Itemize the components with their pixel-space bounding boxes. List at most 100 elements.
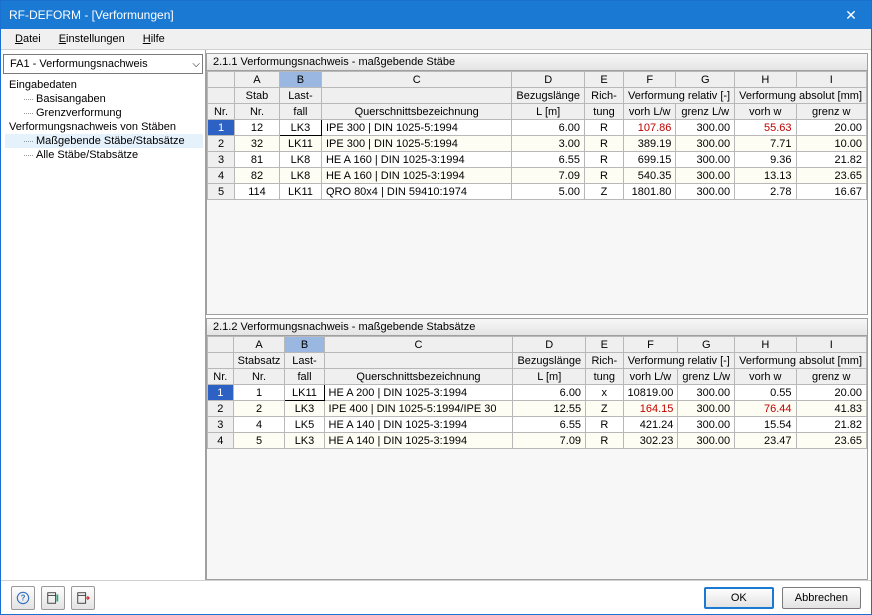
col-letter[interactable]: D xyxy=(513,337,586,353)
col-grenzlw[interactable]: grenz L/w xyxy=(676,104,735,120)
cell-vorhW[interactable]: 15.54 xyxy=(735,417,796,433)
col-letter[interactable]: A xyxy=(233,337,285,353)
row-nr[interactable]: 5 xyxy=(208,184,235,200)
table-row[interactable]: 232LK11IPE 300 | DIN 1025-5:19943.00R389… xyxy=(208,136,867,152)
col-vorhlw[interactable]: vorh L/w xyxy=(624,104,676,120)
col-letter[interactable]: F xyxy=(623,337,678,353)
col-last[interactable]: Last- xyxy=(285,353,324,369)
row-nr[interactable]: 3 xyxy=(208,417,234,433)
table-row[interactable]: 112LK3IPE 300 | DIN 1025-5:19946.00R107.… xyxy=(208,120,867,136)
cell-vorhLw[interactable]: 699.15 xyxy=(624,152,676,168)
case-combo[interactable]: FA1 - Verformungsnachweis ⌵ xyxy=(3,54,203,74)
col-fall[interactable]: fall xyxy=(285,369,324,385)
col-L[interactable]: Bezugslänge xyxy=(513,353,586,369)
cell-rt[interactable]: R xyxy=(585,136,624,152)
cell-bez[interactable]: IPE 400 | DIN 1025-5:1994/IPE 30 xyxy=(324,401,513,417)
col-grenzlw[interactable]: grenz L/w xyxy=(678,369,735,385)
grid-stabsaetze-wrap[interactable]: ABCDEFGHIStabsatzLast-BezugslängeRich-Ve… xyxy=(207,336,867,579)
col-vorhw[interactable]: vorh w xyxy=(735,104,796,120)
cell-bez[interactable]: HE A 140 | DIN 1025-3:1994 xyxy=(324,417,513,433)
col-vorhlw[interactable]: vorh L/w xyxy=(623,369,678,385)
calc-button[interactable] xyxy=(41,586,65,610)
col-letter[interactable]: H xyxy=(735,337,796,353)
col-Lm[interactable]: L [m] xyxy=(512,104,585,120)
cell-L[interactable]: 6.55 xyxy=(512,152,585,168)
row-nr[interactable]: 1 xyxy=(208,385,234,401)
table-row[interactable]: 22LK3IPE 400 | DIN 1025-5:1994/IPE 3012.… xyxy=(208,401,867,417)
col-stab[interactable]: Stab xyxy=(235,88,280,104)
col-letter[interactable]: H xyxy=(735,72,796,88)
row-nr[interactable]: 4 xyxy=(208,433,234,449)
col-bez[interactable]: Querschnittsbezeichnung xyxy=(324,369,513,385)
cell-last[interactable]: LK3 xyxy=(279,120,321,136)
cell-grenzW[interactable]: 21.82 xyxy=(796,417,867,433)
cell-bez[interactable]: HE A 160 | DIN 1025-3:1994 xyxy=(321,168,511,184)
col-L[interactable]: Bezugslänge xyxy=(512,88,585,104)
tree-node[interactable]: Maßgebende Stäbe/Stabsätze xyxy=(5,134,203,148)
cell-rt[interactable]: Z xyxy=(586,401,623,417)
cell-bez[interactable]: IPE 300 | DIN 1025-5:1994 xyxy=(321,136,511,152)
cell-stab[interactable]: 12 xyxy=(235,120,280,136)
col-nr-blank[interactable] xyxy=(208,88,235,104)
cell-bez[interactable]: HE A 200 | DIN 1025-3:1994 xyxy=(324,385,513,401)
cell-L[interactable]: 6.00 xyxy=(512,120,585,136)
cell-last[interactable]: LK11 xyxy=(279,136,321,152)
cell-vorhLw[interactable]: 389.19 xyxy=(624,136,676,152)
cell-grenzLw[interactable]: 300.00 xyxy=(676,184,735,200)
col-letter[interactable]: D xyxy=(512,72,585,88)
cell-grenzLw[interactable]: 300.00 xyxy=(678,385,735,401)
col-tung[interactable]: tung xyxy=(585,104,624,120)
cell-grenzW[interactable]: 20.00 xyxy=(796,385,867,401)
col-fall[interactable]: fall xyxy=(279,104,321,120)
col-nr[interactable]: Nr. xyxy=(208,104,235,120)
menu-hilfe[interactable]: Hilfe xyxy=(135,31,173,47)
col-stab[interactable]: Stabsatz xyxy=(233,353,285,369)
cell-vorhW[interactable]: 2.78 xyxy=(735,184,796,200)
col-letter[interactable]: I xyxy=(796,337,867,353)
cell-bez[interactable]: QRO 80x4 | DIN 59410:1974 xyxy=(321,184,511,200)
cell-grenzLw[interactable]: 300.00 xyxy=(676,168,735,184)
cell-vorhLw[interactable]: 107.86 xyxy=(624,120,676,136)
cell-last[interactable]: LK5 xyxy=(285,417,324,433)
cell-grenzLw[interactable]: 300.00 xyxy=(678,417,735,433)
cell-L[interactable]: 5.00 xyxy=(512,184,585,200)
grid-staebe-wrap[interactable]: ABCDEFGHIStabLast-BezugslängeRich-Verfor… xyxy=(207,71,867,314)
cell-L[interactable]: 6.55 xyxy=(513,417,586,433)
col-grenzw[interactable]: grenz w xyxy=(796,369,867,385)
cell-L[interactable]: 7.09 xyxy=(513,433,586,449)
col-letter[interactable]: G xyxy=(676,72,735,88)
cell-rt[interactable]: R xyxy=(586,417,623,433)
col-letter[interactable]: C xyxy=(321,72,511,88)
col-vorhw[interactable]: vorh w xyxy=(735,369,796,385)
col-letter[interactable]: B xyxy=(285,337,324,353)
cell-rt[interactable]: x xyxy=(586,385,623,401)
cell-vorhLw[interactable]: 164.15 xyxy=(623,401,678,417)
col-letter[interactable]: I xyxy=(796,72,867,88)
table-row[interactable]: 482LK8HE A 160 | DIN 1025-3:19947.09R540… xyxy=(208,168,867,184)
col-rt[interactable]: Rich- xyxy=(585,88,624,104)
help-button[interactable]: ? xyxy=(11,586,35,610)
cell-grenzLw[interactable]: 300.00 xyxy=(676,136,735,152)
cell-vorhLw[interactable]: 1801.80 xyxy=(624,184,676,200)
tree-node[interactable]: Verformungsnachweis von Stäben xyxy=(5,120,203,134)
cell-L[interactable]: 6.00 xyxy=(513,385,586,401)
tree-node[interactable]: Basisangaben xyxy=(5,92,203,106)
col-stabnr[interactable]: Nr. xyxy=(233,369,285,385)
col-letter[interactable] xyxy=(208,337,234,353)
cell-rt[interactable]: R xyxy=(585,152,624,168)
row-nr[interactable]: 2 xyxy=(208,401,234,417)
col-bez-blank[interactable] xyxy=(321,88,511,104)
col-tung[interactable]: tung xyxy=(586,369,623,385)
table-row[interactable]: 34LK5HE A 140 | DIN 1025-3:19946.55R421.… xyxy=(208,417,867,433)
table-row[interactable]: 45LK3HE A 140 | DIN 1025-3:19947.09R302.… xyxy=(208,433,867,449)
tree-node[interactable]: Alle Stäbe/Stabsätze xyxy=(5,148,203,162)
cell-bez[interactable]: IPE 300 | DIN 1025-5:1994 xyxy=(321,120,511,136)
cell-grenzLw[interactable]: 300.00 xyxy=(676,120,735,136)
cell-vorhLw[interactable]: 540.35 xyxy=(624,168,676,184)
cell-vorhW[interactable]: 7.71 xyxy=(735,136,796,152)
cell-rt[interactable]: R xyxy=(586,433,623,449)
cell-stab[interactable]: 114 xyxy=(235,184,280,200)
cell-last[interactable]: LK11 xyxy=(285,385,324,401)
cell-grenzW[interactable]: 10.00 xyxy=(796,136,867,152)
cell-vorhW[interactable]: 23.47 xyxy=(735,433,796,449)
